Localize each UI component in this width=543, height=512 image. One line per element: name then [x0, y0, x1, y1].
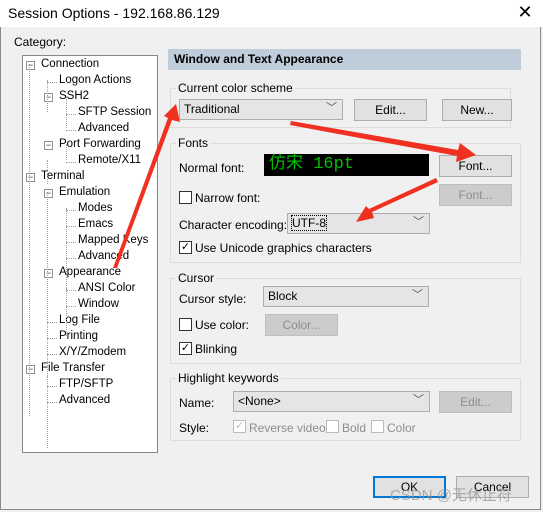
arrow-annotation	[113, 104, 180, 268]
annotation-arrows	[113, 104, 476, 268]
arrow-annotation	[356, 178, 438, 222]
arrow-annotation	[290, 121, 476, 162]
